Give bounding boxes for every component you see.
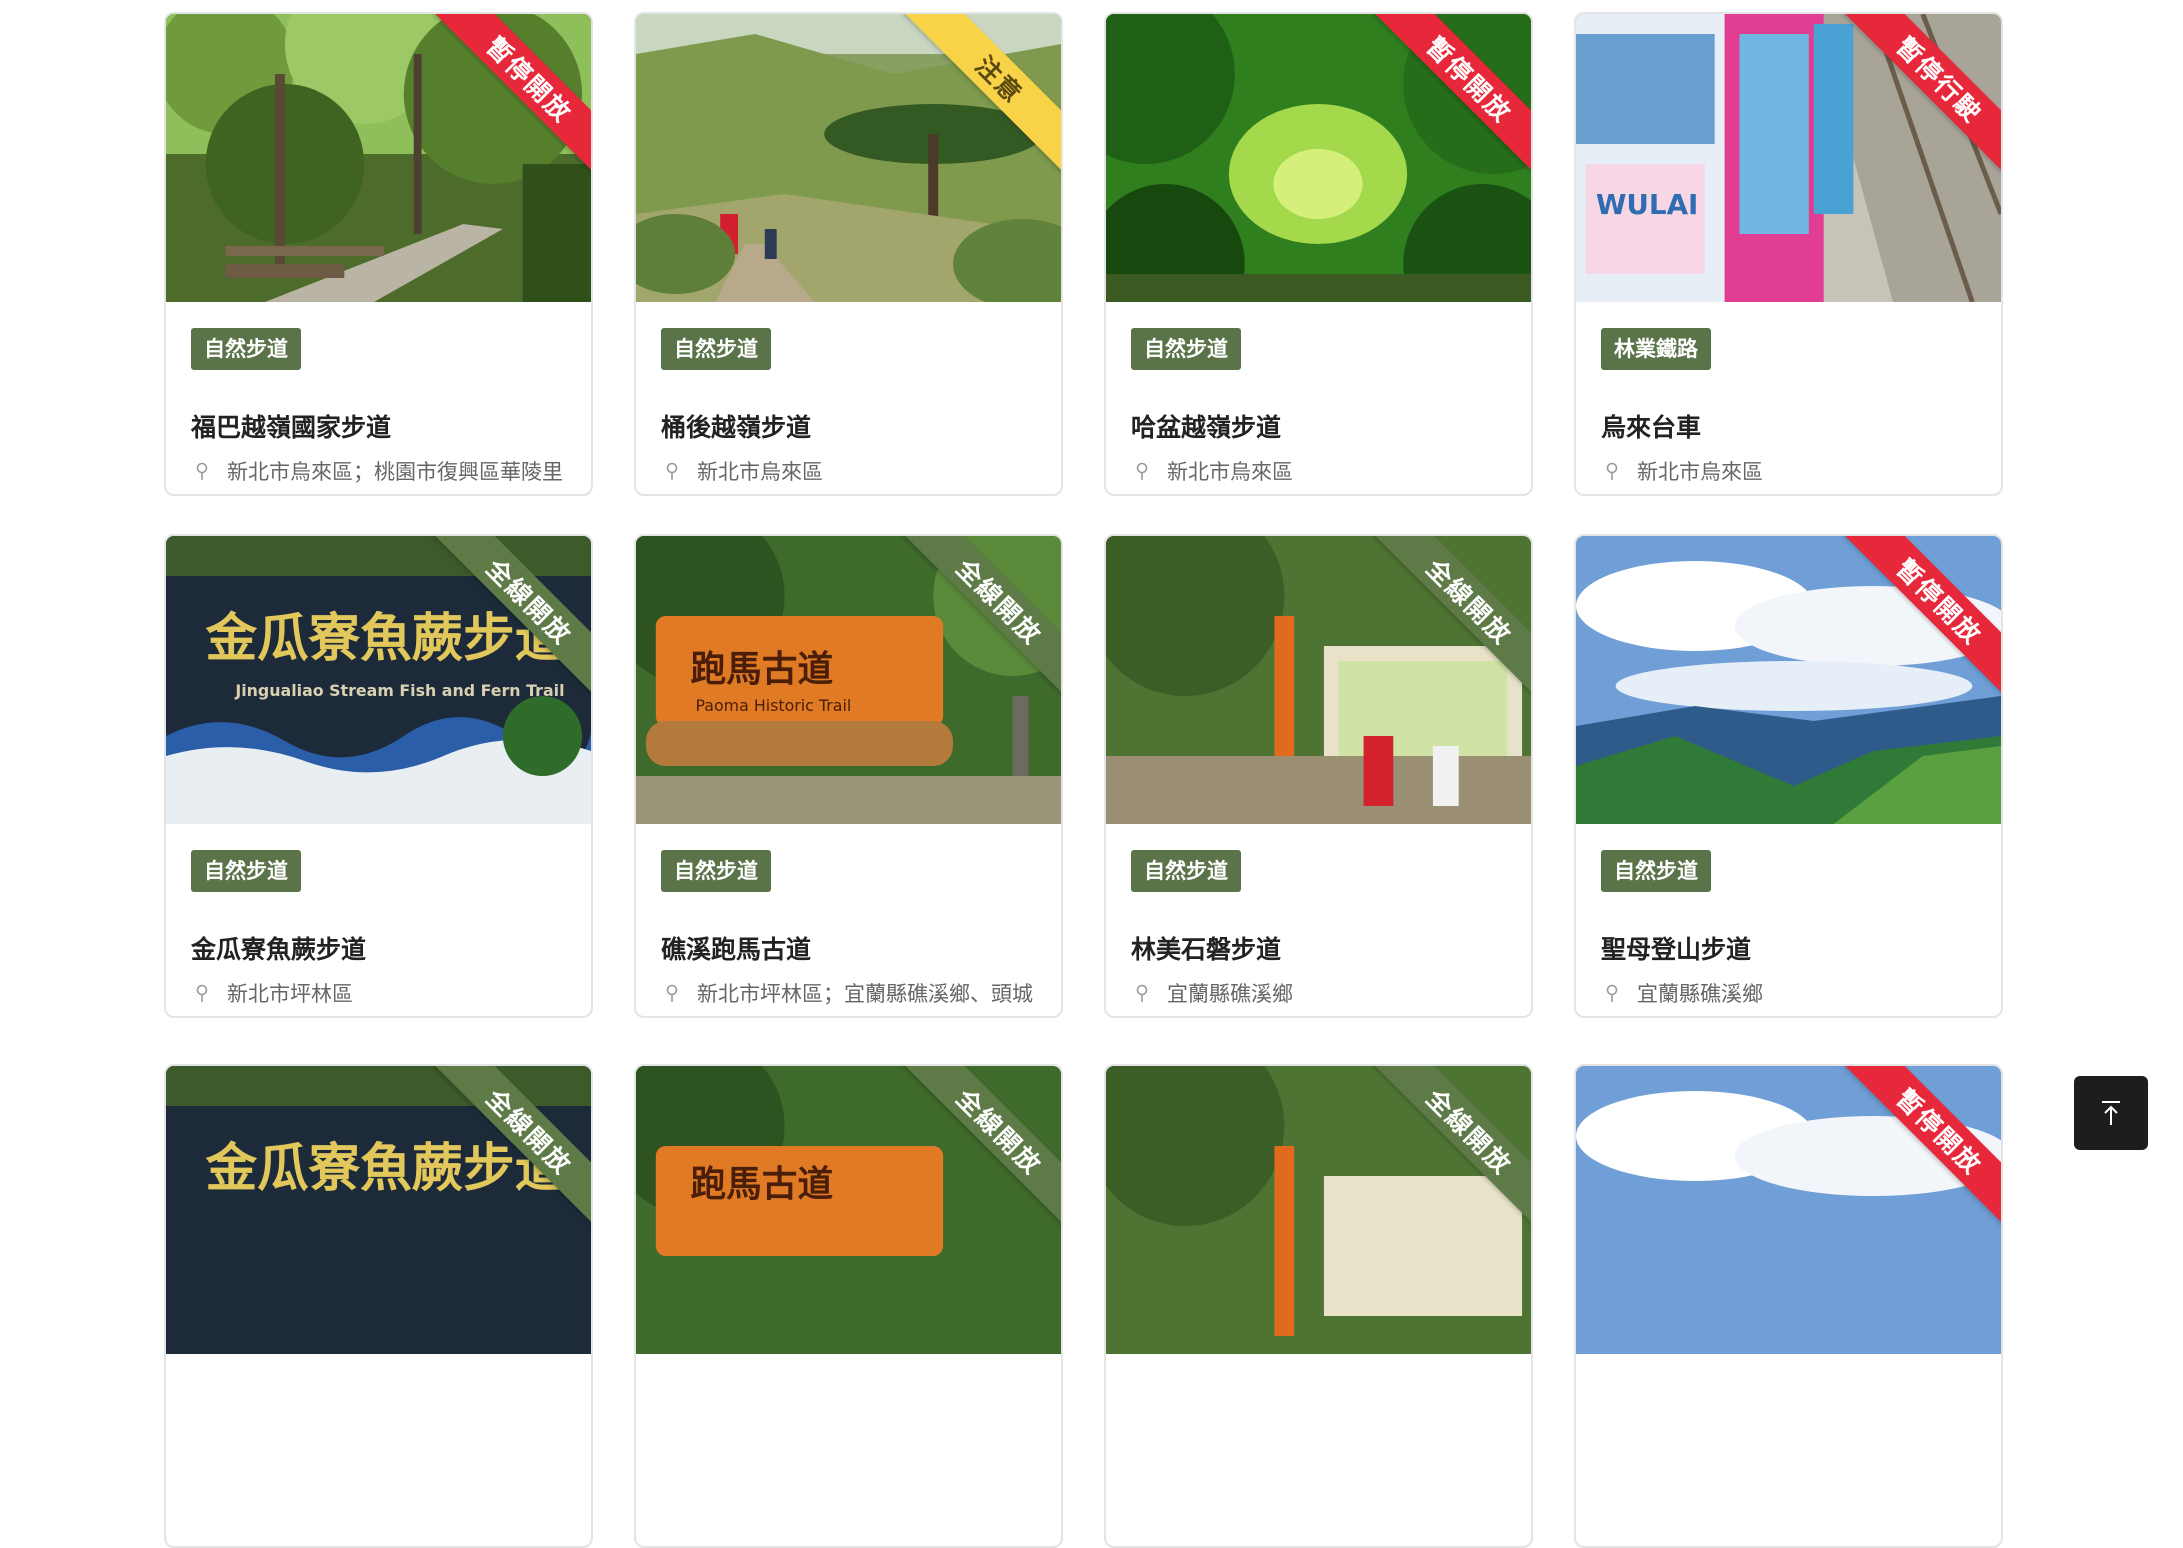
map-pin-icon — [666, 462, 678, 480]
trail-title: 哈盆越嶺步道 — [1131, 413, 1282, 442]
trail-location: 新北市烏來區 — [1131, 456, 1519, 486]
trail-card[interactable]: 全線開放 自然步道 林美石磐步道 宜蘭縣礁溪鄉 — [1104, 534, 1533, 1018]
sign-subtitle-text: Jingualiao Stream Fish and Fern Trail — [234, 681, 564, 700]
location-text: 新北市坪林區；宜蘭縣礁溪鄉、頭城 — [697, 982, 1033, 1006]
category-badge: 林業鐵路 — [1601, 328, 1711, 370]
trail-card[interactable]: 全線開放 — [1104, 1064, 1533, 1548]
trail-title: 聖母登山步道 — [1601, 935, 1752, 964]
trail-card[interactable]: WULAI 暫停行駛 林業鐵路 烏來台車 新北市烏來區 — [1574, 12, 2003, 496]
category-badge: 自然步道 — [661, 850, 771, 892]
trail-location: 宜蘭縣礁溪鄉 — [1601, 978, 1989, 1008]
back-to-top-button[interactable] — [2074, 1076, 2148, 1150]
trail-card[interactable]: 暫停開放 自然步道 哈盆越嶺步道 新北市烏來區 — [1104, 12, 1533, 496]
map-pin-icon — [1136, 984, 1148, 1002]
location-text: 宜蘭縣礁溪鄉 — [1167, 982, 1293, 1006]
trail-title: 林美石磐步道 — [1131, 935, 1282, 964]
category-badge: 自然步道 — [1131, 328, 1241, 370]
arrow-up-to-line-icon — [2102, 1101, 2120, 1125]
sign-title-text: 跑馬古道 — [690, 649, 833, 690]
sign-title-text: 跑馬古道 — [690, 1164, 833, 1205]
trail-card[interactable]: 注意 自然步道 桶後越嶺步道 新北市烏來區 — [634, 12, 1063, 496]
trail-location: 新北市坪林區；宜蘭縣礁溪鄉、頭城 — [661, 978, 1049, 1008]
trail-card[interactable]: 暫停開放 自然步道 聖母登山步道 宜蘭縣礁溪鄉 — [1574, 534, 2003, 1018]
map-pin-icon — [1606, 984, 1618, 1002]
sign-subtitle-text: Paoma Historic Trail — [695, 696, 851, 715]
category-badge: 自然步道 — [191, 850, 301, 892]
sign-title-text: 金瓜寮魚蕨步道 — [206, 1139, 567, 1199]
map-pin-icon — [1606, 462, 1618, 480]
location-text: 新北市烏來區；桃園市復興區華陵里 — [227, 460, 563, 484]
trail-location: 新北市烏來區；桃園市復興區華陵里 — [191, 456, 579, 486]
map-pin-icon — [666, 984, 678, 1002]
location-text: 新北市烏來區 — [697, 460, 823, 484]
trail-title: 金瓜寮魚蕨步道 — [191, 935, 367, 964]
map-pin-icon — [196, 984, 208, 1002]
trail-title: 桶後越嶺步道 — [661, 413, 812, 442]
trail-card[interactable]: 暫停開放 — [1574, 1064, 2003, 1548]
trail-title: 福巴越嶺國家步道 — [191, 413, 392, 442]
map-pin-icon — [196, 462, 208, 480]
category-badge: 自然步道 — [1131, 850, 1241, 892]
map-pin-icon — [1136, 462, 1148, 480]
location-text: 新北市坪林區 — [227, 982, 353, 1006]
location-text: 新北市烏來區 — [1637, 460, 1763, 484]
trail-card[interactable]: 跑馬古道 Paoma Historic Trail 全線開放 自然步道 礁溪跑馬… — [634, 534, 1063, 1018]
trail-title: 烏來台車 — [1601, 413, 1702, 442]
category-badge: 自然步道 — [661, 328, 771, 370]
trail-location: 新北市坪林區 — [191, 978, 579, 1008]
trail-title: 礁溪跑馬古道 — [661, 935, 812, 964]
trail-card[interactable]: 金瓜寮魚蕨步道 全線開放 — [164, 1064, 593, 1548]
trail-location: 宜蘭縣礁溪鄉 — [1131, 978, 1519, 1008]
trail-card[interactable]: 跑馬古道 全線開放 — [634, 1064, 1063, 1548]
sign-title-text: 金瓜寮魚蕨步道 — [206, 609, 567, 669]
category-badge: 自然步道 — [1601, 850, 1711, 892]
train-sign-text: WULAI — [1596, 188, 1699, 221]
trail-location: 新北市烏來區 — [661, 456, 1049, 486]
location-text: 新北市烏來區 — [1167, 460, 1293, 484]
location-text: 宜蘭縣礁溪鄉 — [1637, 982, 1763, 1006]
category-badge: 自然步道 — [191, 328, 301, 370]
trail-card[interactable]: 金瓜寮魚蕨步道 Jingualiao Stream Fish and Fern … — [164, 534, 593, 1018]
trail-card-grid: 暫停開放 自然步道 福巴越嶺國家步道 新北市烏來區；桃園市復興區華陵里 注意 自… — [0, 0, 2183, 1548]
trail-card[interactable]: 暫停開放 自然步道 福巴越嶺國家步道 新北市烏來區；桃園市復興區華陵里 — [164, 12, 593, 496]
trail-location: 新北市烏來區 — [1601, 456, 1989, 486]
